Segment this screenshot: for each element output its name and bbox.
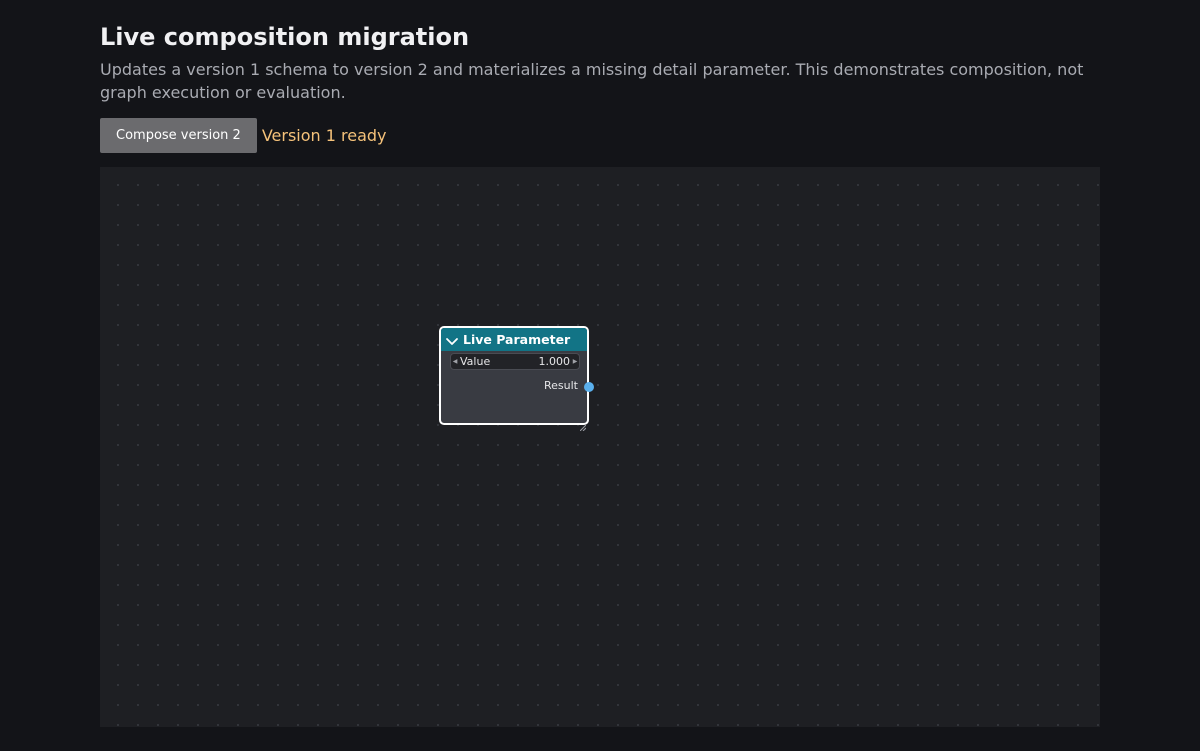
live-parameter-node[interactable]: Live Parameter ◀ Value 1.000 ▶ Result — [439, 326, 594, 432]
chevron-down-icon[interactable] — [445, 333, 459, 347]
result-output-socket[interactable] — [584, 382, 594, 392]
page-description: Updates a version 1 schema to version 2 … — [100, 60, 1084, 102]
toolbar: Compose version 2 Version 1 ready — [100, 118, 387, 153]
value-field[interactable]: ◀ Value 1.000 ▶ — [450, 353, 580, 370]
node-title: Live Parameter — [463, 332, 571, 347]
value-field-label: Value — [460, 355, 491, 368]
compose-version-2-button[interactable]: Compose version 2 — [100, 118, 257, 153]
node-graph-canvas[interactable]: Live Parameter ◀ Value 1.000 ▶ Result — [100, 167, 1100, 727]
page-title: Live composition migration — [100, 23, 470, 51]
result-output-label: Result — [544, 379, 578, 392]
decrement-arrow-icon[interactable]: ◀ — [451, 358, 459, 365]
value-field-value[interactable]: 1.000 — [539, 355, 571, 368]
increment-arrow-icon[interactable]: ▶ — [571, 358, 579, 365]
node-header[interactable]: Live Parameter — [441, 328, 587, 351]
resize-handle-icon[interactable] — [579, 416, 587, 432]
status-text: Version 1 ready — [261, 126, 387, 145]
